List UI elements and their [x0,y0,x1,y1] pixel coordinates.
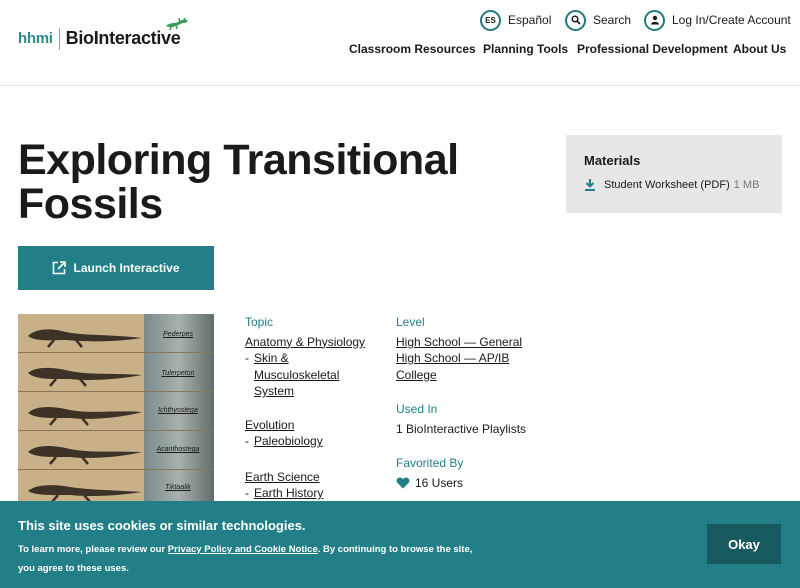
fossil-illustration [28,445,142,465]
topic-section: Topic Anatomy & Physiology - Skin & Musc… [245,314,375,502]
fossil-caption: Tiktaalik [165,484,191,491]
nav-about-us[interactable]: About Us [733,42,786,56]
cookie-banner: This site uses cookies or similar techno… [0,501,800,588]
topic-paleobiology[interactable]: Paleobiology [254,433,323,450]
used-in-value[interactable]: 1 BioInteractive Playlists [396,421,556,438]
favorited-value: 16 Users [415,475,464,490]
external-link-icon [53,261,67,275]
download-icon [585,179,595,191]
site-header: hhmi BioInteractive ES Español Search Lo… [0,0,800,86]
used-in-heading: Used In [396,402,438,416]
bio-interactive-logo[interactable]: hhmi BioInteractive [18,16,188,56]
user-icon [644,9,665,31]
fossil-caption: Tulerpeton [161,370,195,377]
level-heading: Level [396,315,425,329]
topic-evolution[interactable]: Evolution [245,418,294,432]
topic-heading: Topic [245,315,274,329]
row-divider [18,469,214,470]
fossil-caption: Pederpes [163,331,193,338]
favorited-row[interactable]: 16 Users [396,475,556,492]
nav-professional-development[interactable]: Professional Development [577,42,728,56]
level-high-school-general[interactable]: High School — General [396,335,522,349]
fossil-caption: Ichthyostega [158,407,198,414]
search-link[interactable]: Search [565,9,631,31]
level-section: Level High School — General High School … [396,314,556,491]
logo-divider [58,28,60,50]
fossil-illustration [28,367,142,387]
cookie-text-before: To learn more, please review our [18,544,168,555]
privacy-policy-link[interactable]: Privacy Policy and Cookie Notice [168,544,318,555]
cookie-title: This site uses cookies or similar techno… [18,518,306,533]
topic-earth-history[interactable]: Earth History [254,485,323,502]
fossil-caption: Acanthostega [156,446,200,453]
nav-classroom-resources[interactable]: Classroom Resources [349,42,476,56]
level-college[interactable]: College [396,368,437,382]
search-label: Search [593,13,632,27]
row-divider [18,391,214,392]
cookie-text: To learn more, please review our Privacy… [18,540,488,578]
lizard-icon [166,17,188,31]
search-icon [565,9,586,31]
favorited-heading: Favorited By [396,456,464,470]
worksheet-label: Student Worksheet (PDF) [604,179,730,191]
nav-planning-tools[interactable]: Planning Tools [483,42,568,56]
espanol-badge: ES [480,9,501,31]
worksheet-size: 1 MB [733,179,760,191]
logo-hhmi-text: hhmi [18,30,53,47]
row-divider [18,430,214,431]
fossils-thumbnail: Pederpes Tulerpeton Ichthyostega Acantho… [18,314,214,504]
fossil-illustration [28,329,142,348]
level-high-school-ap-ib[interactable]: High School — AP/IB [396,351,509,365]
topic-musculoskeletal[interactable]: Musculoskeletal [254,368,339,382]
row-divider [18,352,214,353]
espanol-label: Español [508,13,552,27]
cookie-okay-button[interactable]: Okay [707,524,781,564]
launch-interactive-label: Launch Interactive [73,261,180,275]
materials-heading: Materials [584,153,641,168]
sub-dash: - [245,434,249,448]
espanol-link[interactable]: ES Español [480,9,551,31]
sub-dash: - [245,351,249,365]
sub-dash: - [245,486,249,500]
topic-earth-science[interactable]: Earth Science [245,470,320,484]
fossil-illustration [28,406,142,426]
topic-anatomy-physiology[interactable]: Anatomy & Physiology [245,335,365,349]
login-label: Log In/Create Account [672,13,791,27]
login-link[interactable]: Log In/Create Account [644,9,791,31]
materials-panel: Materials Student Worksheet (PDF) 1 MB [566,135,782,213]
page-title: Exploring Transitional Fossils [18,136,459,228]
student-worksheet-download[interactable]: Student Worksheet (PDF) 1 MB [584,178,764,192]
launch-interactive-button[interactable]: Launch Interactive [18,246,214,290]
topic-system[interactable]: System [254,384,294,398]
heart-icon [396,477,410,489]
topic-skin[interactable]: Skin & [254,351,289,365]
